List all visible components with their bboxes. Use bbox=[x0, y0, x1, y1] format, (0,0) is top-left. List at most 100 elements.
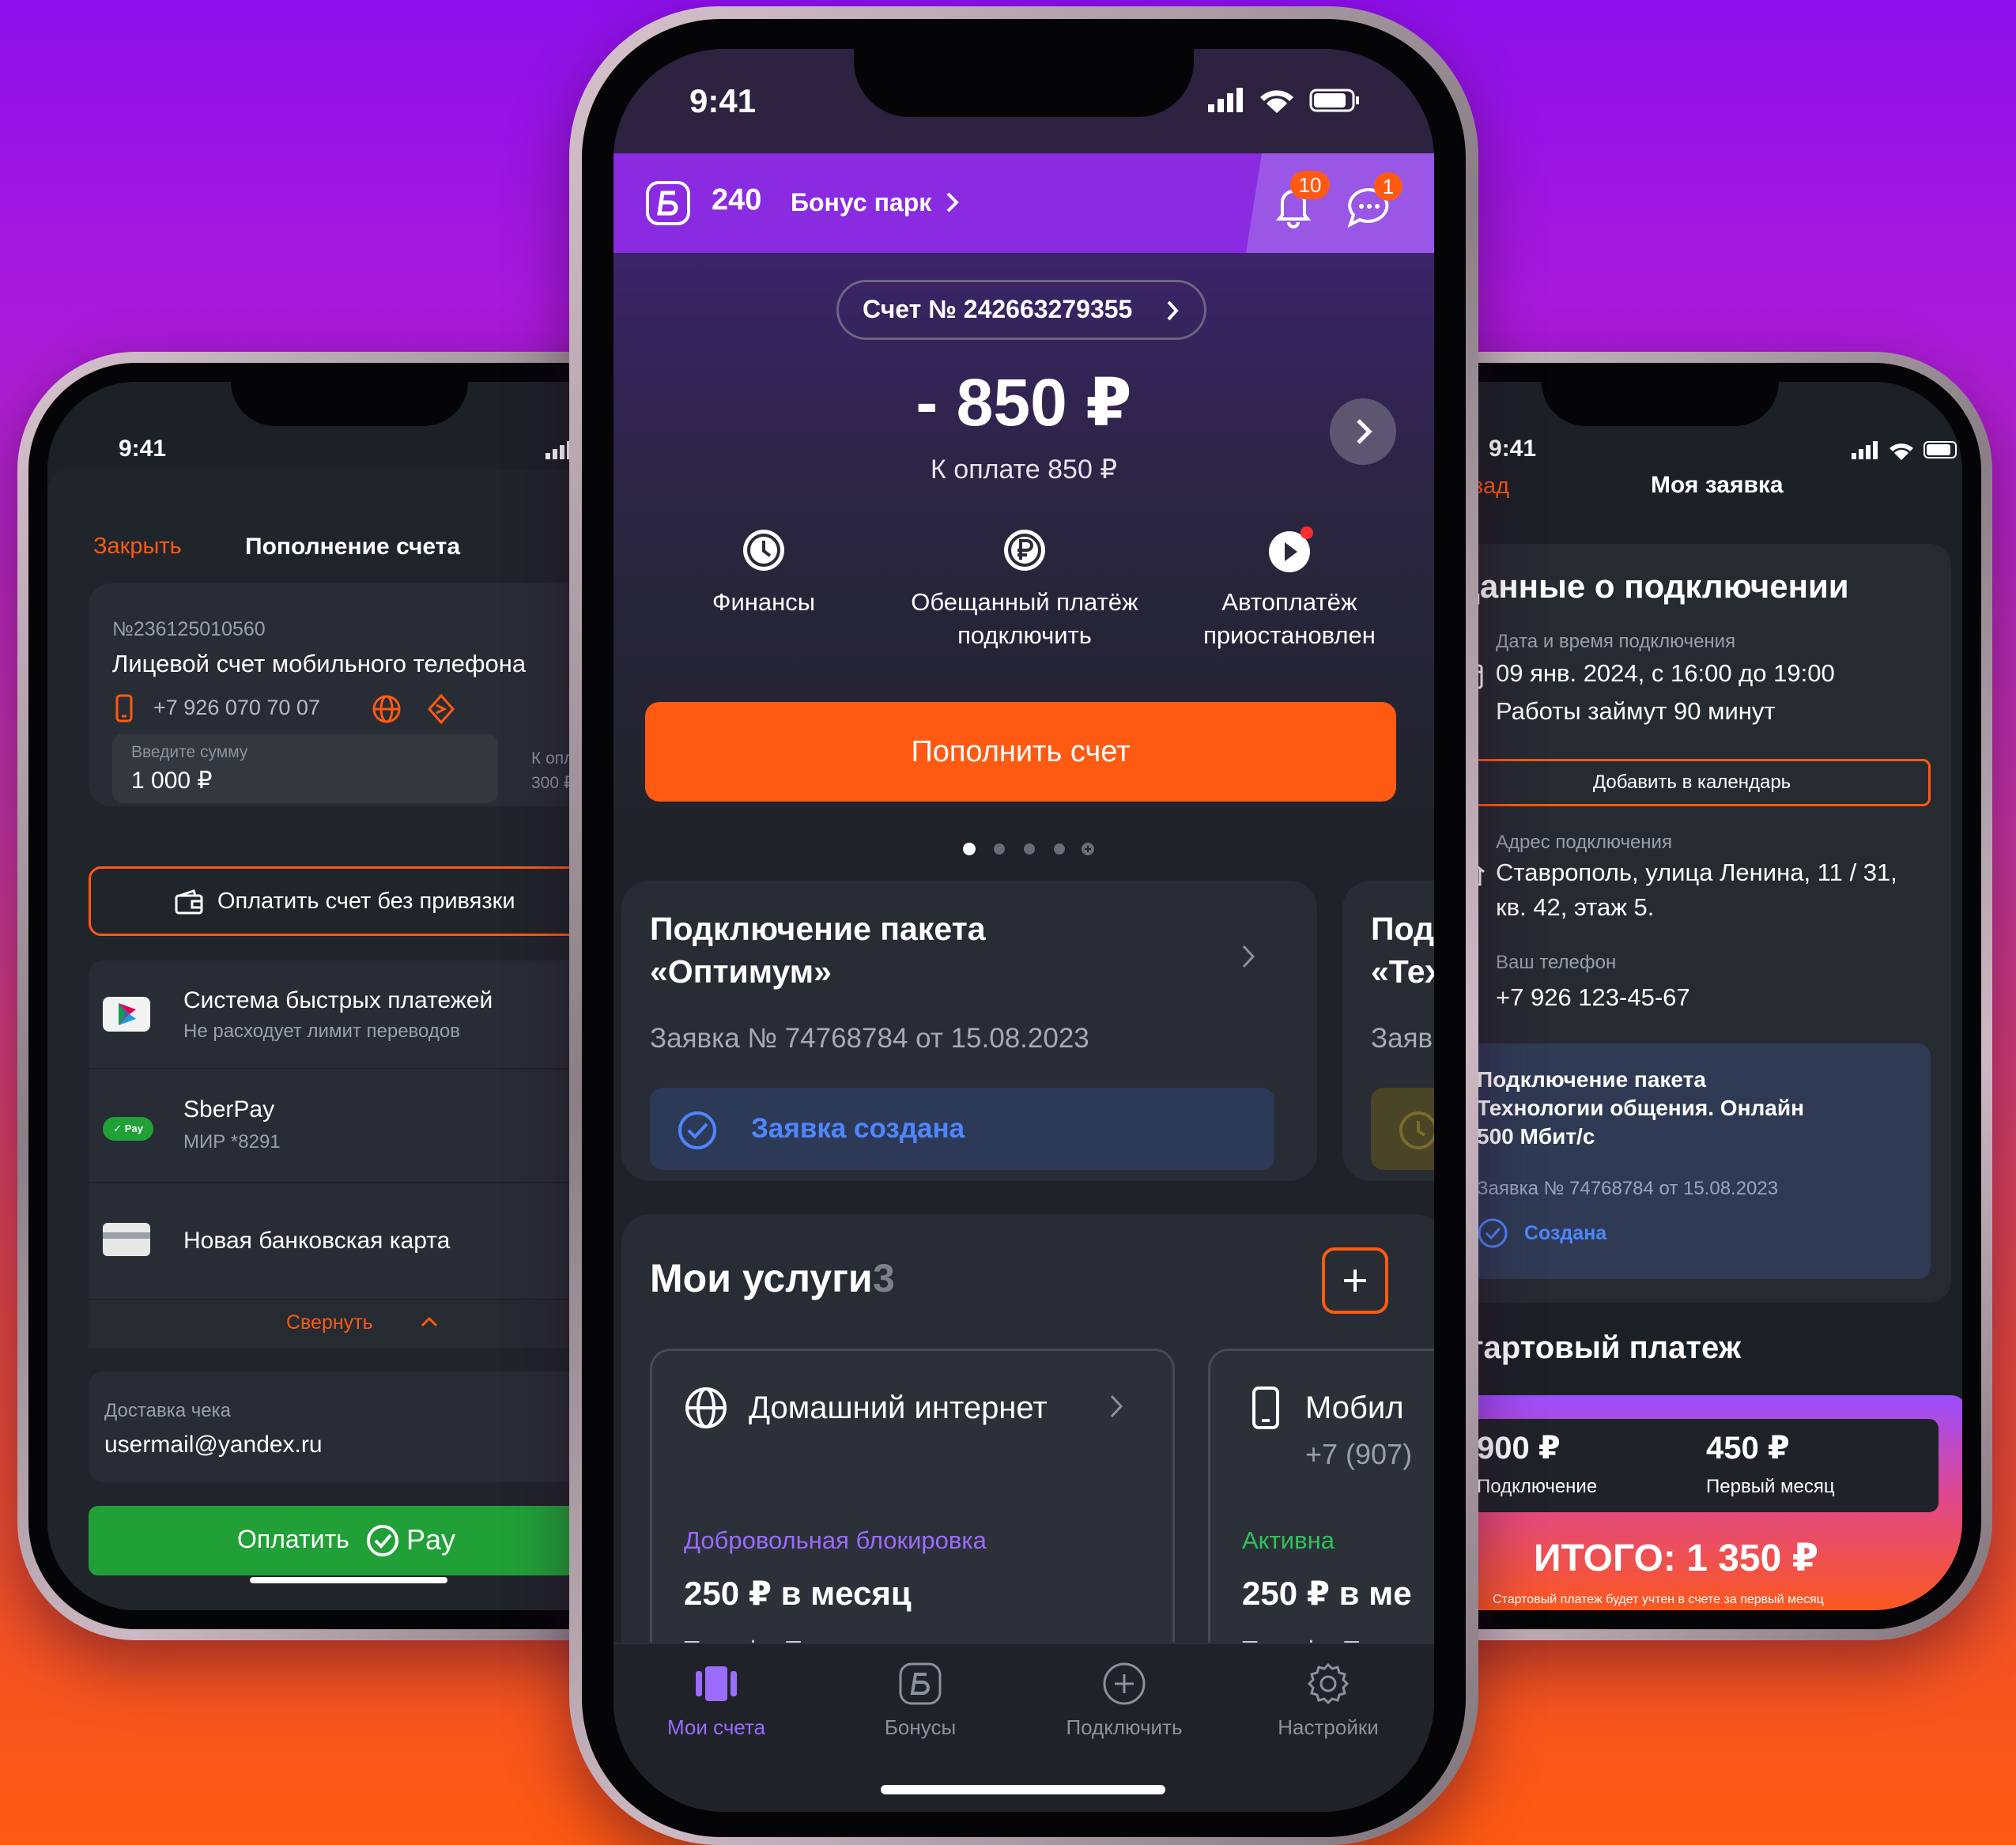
clock-icon bbox=[740, 526, 787, 574]
package-status: Создана bbox=[1524, 1222, 1607, 1244]
bonus-park-link[interactable]: Бонус парк bbox=[791, 188, 931, 217]
cards-icon bbox=[694, 1663, 738, 1704]
request-status-label: Заявка создана bbox=[751, 1113, 965, 1144]
request-card-2[interactable]: Подк «Тех Заявк bbox=[1342, 881, 1434, 1181]
account-phone: +7 926 070 70 07 bbox=[153, 696, 320, 719]
service-name: Мобил bbox=[1305, 1390, 1404, 1425]
next-account-button[interactable] bbox=[1330, 398, 1396, 465]
tab-label: Настройки bbox=[1278, 1715, 1379, 1739]
date-value: 09 янв. 2024, с 16:00 до 19:00 bbox=[1496, 659, 1835, 687]
total: ИТОГО: 1 350 ₽ bbox=[1534, 1538, 1819, 1579]
check-circle-icon bbox=[1477, 1217, 1508, 1249]
bonus-icon bbox=[898, 1662, 942, 1706]
method-sub: МИР *8291 bbox=[183, 1131, 281, 1153]
services-title: Мои услуги bbox=[650, 1256, 873, 1300]
quick-action-finance[interactable]: Финансы bbox=[685, 526, 843, 621]
account-label: Счет № 242663279355 bbox=[863, 295, 1133, 323]
bonus-bar[interactable]: 240 Бонус парк 10 1 bbox=[613, 153, 1434, 253]
service-status: Активна bbox=[1242, 1526, 1335, 1554]
add-service-button[interactable] bbox=[1322, 1247, 1388, 1314]
chevron-right-icon bbox=[946, 191, 960, 213]
phone-icon bbox=[115, 694, 133, 723]
clock-icon bbox=[1398, 1110, 1434, 1151]
tab-bonuses[interactable]: Бонусы bbox=[833, 1660, 1007, 1747]
chat-badge: 1 bbox=[1374, 172, 1403, 201]
center-phone: 9:41 240 Бонус парк 10 1 Счет № 24266327… bbox=[569, 6, 1478, 1845]
first-month-price: 450 ₽ bbox=[1706, 1431, 1790, 1466]
close-link[interactable]: Закрыть bbox=[93, 534, 182, 560]
pager-dots bbox=[961, 839, 1096, 858]
amount-input[interactable]: Введите сумму 1 000 ₽ bbox=[112, 734, 498, 803]
sberpay-icon: ✓ Pay bbox=[103, 1117, 153, 1141]
package-card[interactable]: Подключение пакета Технологии общения. О… bbox=[1453, 1043, 1931, 1279]
sberpay-check-icon bbox=[365, 1523, 400, 1558]
home-indicator bbox=[881, 1785, 1165, 1794]
amount-label: Введите сумму bbox=[131, 743, 248, 761]
status-time: 9:41 bbox=[1489, 436, 1537, 462]
footnote: Стартовый платеж будет учтен в счете за … bbox=[1493, 1593, 1824, 1606]
tab-my-accounts[interactable]: Мои счета bbox=[629, 1660, 803, 1747]
action-sub: подключить bbox=[957, 621, 1092, 649]
chevron-right-icon bbox=[1241, 944, 1255, 969]
method-title: Система быстрых платежей bbox=[183, 987, 493, 1013]
play-icon bbox=[1266, 526, 1316, 574]
receipt-email: usermail@yandex.ru bbox=[104, 1432, 323, 1458]
tab-settings[interactable]: Настройки bbox=[1241, 1660, 1415, 1747]
tab-label: Бонусы bbox=[884, 1715, 957, 1739]
receipt-label: Доставка чека bbox=[104, 1400, 231, 1421]
plus-circle-icon bbox=[1102, 1662, 1146, 1706]
notification-badge: 10 bbox=[1290, 171, 1330, 199]
ruble-icon bbox=[1001, 526, 1048, 574]
connection-card: Данные о подключении Дата и время подклю… bbox=[1445, 544, 1951, 1303]
address-label: Адрес подключения bbox=[1496, 832, 1672, 853]
connection-price: 900 ₽ bbox=[1477, 1431, 1561, 1466]
service-phone: +7 (907) bbox=[1305, 1438, 1413, 1470]
section-title: Данные о подключении bbox=[1456, 568, 1849, 605]
package-line3: 500 Мбит/с bbox=[1477, 1124, 1595, 1149]
action-label: Обещанный платёж bbox=[911, 588, 1138, 616]
start-title: Стартовый платеж bbox=[1445, 1330, 1742, 1365]
request2-number: Заявк bbox=[1371, 1023, 1434, 1054]
package-line2: Технологии общения. Онлайн bbox=[1477, 1096, 1804, 1120]
service-price: 250 ₽ в ме bbox=[1242, 1575, 1412, 1612]
package-request: Заявка № 74768784 от 15.08.2023 bbox=[1477, 1178, 1779, 1199]
request-status: Заявка создана bbox=[650, 1088, 1274, 1170]
request2-title-line1: Подк bbox=[1371, 911, 1434, 947]
service-price: 250 ₽ в месяц bbox=[684, 1575, 912, 1612]
wallet-icon bbox=[175, 889, 203, 915]
request-title-line1: Подключение пакета bbox=[650, 911, 986, 947]
chevron-up-icon bbox=[421, 1316, 438, 1327]
account-title: Лицевой счет мобильного телефона bbox=[112, 650, 527, 677]
bonus-count: 240 bbox=[712, 183, 762, 217]
pay-brand: Pay bbox=[406, 1523, 456, 1556]
globe-icon bbox=[684, 1386, 728, 1430]
add-to-calendar-button[interactable]: Добавить в календарь bbox=[1453, 759, 1931, 806]
sberpay-badge-label: Pay bbox=[124, 1122, 143, 1134]
quick-action-autopay[interactable]: Автоплатёж приостановлен bbox=[1167, 526, 1412, 653]
sbp-icon bbox=[103, 997, 150, 1032]
request2-status bbox=[1371, 1088, 1434, 1170]
amount-value: 1 000 ₽ bbox=[131, 768, 213, 794]
tag-icon bbox=[427, 694, 455, 724]
card-icon bbox=[103, 1223, 150, 1256]
topup-button[interactable]: Пополнить счет bbox=[645, 702, 1396, 802]
services-count: 3 bbox=[873, 1256, 895, 1300]
tab-connect[interactable]: Подключить bbox=[1037, 1660, 1211, 1747]
bonus-logo-icon bbox=[645, 180, 691, 226]
date-label: Дата и время подключения bbox=[1496, 631, 1736, 652]
method-title: SberPay bbox=[183, 1096, 275, 1122]
account-selector[interactable]: Счет № 242663279355 bbox=[836, 280, 1206, 340]
method-sub: Не расходует лимит переводов bbox=[183, 1021, 460, 1042]
to-pay: К оплате 850 ₽ bbox=[931, 455, 1117, 485]
chevron-right-icon bbox=[1166, 300, 1179, 322]
balance: - 850 ₽ bbox=[916, 365, 1132, 440]
status-time: 9:41 bbox=[689, 82, 757, 119]
service-status: Добровольная блокировка bbox=[684, 1526, 987, 1554]
request-card[interactable]: Подключение пакета «Оптимум» Заявка № 74… bbox=[621, 881, 1317, 1181]
duration: Работы займут 90 минут bbox=[1496, 697, 1776, 725]
quick-action-promised-payment[interactable]: Обещанный платёж подключить bbox=[890, 526, 1159, 653]
status-time: 9:41 bbox=[119, 436, 167, 462]
start-payment-card: 900 ₽ Подключение 450 ₽ Первый месяц ИТО… bbox=[1445, 1395, 1962, 1610]
action-sub: приостановлен bbox=[1203, 621, 1376, 649]
tab-label: Подключить bbox=[1066, 1715, 1183, 1739]
